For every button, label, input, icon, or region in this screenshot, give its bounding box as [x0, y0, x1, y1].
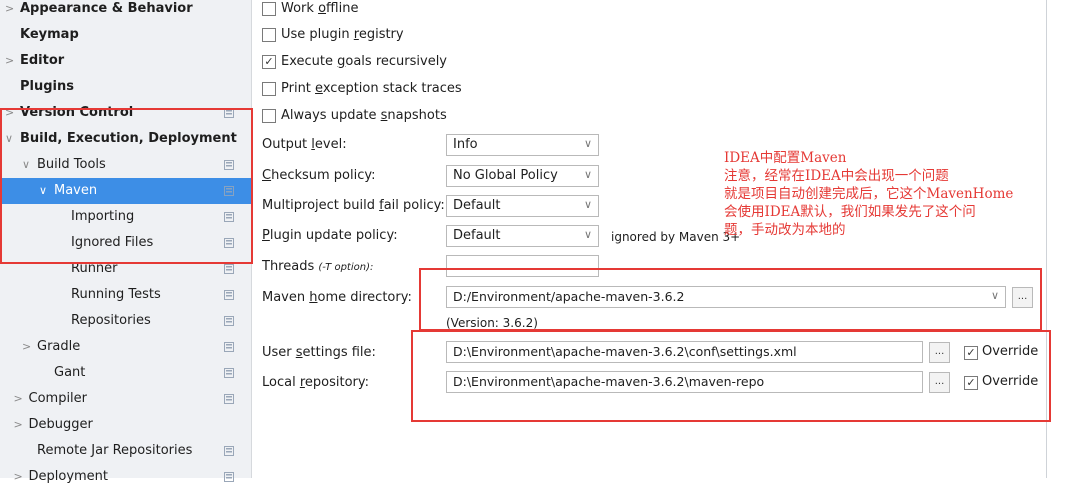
checkbox-checked: ✓ — [262, 55, 276, 69]
sidebar-item[interactable]: Gant — [0, 360, 251, 386]
project-settings-icon — [224, 264, 234, 274]
sidebar-item[interactable]: > Debugger — [0, 412, 251, 438]
sidebar-item[interactable]: Keymap — [0, 22, 251, 48]
highlight-box-maven-home — [419, 268, 1042, 331]
sidebar-item[interactable]: Plugins — [0, 74, 251, 100]
user-settings-label: User settings file: — [262, 345, 376, 360]
checkbox-box — [262, 82, 276, 96]
local-repository-label: Local repository: — [262, 375, 370, 390]
sidebar-item-label: Deployment — [28, 469, 109, 484]
chevron-down-icon: ∨ — [583, 168, 592, 181]
sidebar-item[interactable]: > Appearance & Behavior — [0, 0, 251, 22]
chevron-right-icon[interactable]: > — [14, 464, 23, 490]
sidebar-item-label: Keymap — [20, 27, 79, 42]
chevron-right-icon[interactable]: > — [5, 0, 14, 22]
chevron-down-icon: ∨ — [583, 137, 592, 150]
highlight-box-settings-repo — [411, 330, 1051, 422]
sidebar-item-label: Gant — [54, 365, 86, 380]
project-settings-icon — [224, 394, 234, 404]
output-level-label: Output level: — [262, 137, 347, 152]
checkbox-box — [262, 2, 276, 16]
project-settings-icon — [224, 446, 234, 456]
annotation-note: IDEA中配置Maven 注意，经常在IDEA中会出现一个问题 就是项目自动创建… — [724, 150, 1014, 238]
sidebar-item-label: Remote Jar Repositories — [37, 443, 193, 458]
plugin-update-policy-label: Plugin update policy: — [262, 228, 398, 243]
output-level-select[interactable]: Info ∨ — [446, 134, 599, 156]
sidebar-item-label: Plugins — [20, 79, 74, 94]
chevron-right-icon[interactable]: > — [5, 48, 14, 74]
sidebar-item-label: Running Tests — [71, 287, 161, 302]
checksum-policy-select[interactable]: No Global Policy ∨ — [446, 165, 599, 187]
sidebar-item[interactable]: Running Tests — [0, 282, 251, 308]
sidebar-item-label: Compiler — [28, 391, 88, 406]
project-settings-icon — [224, 290, 234, 300]
maven-home-label: Maven home directory: — [262, 290, 412, 305]
plugin-update-note: ignored by Maven 3+ — [611, 230, 741, 244]
chevron-right-icon[interactable]: > — [14, 412, 23, 438]
sidebar-item[interactable]: > Deployment — [0, 464, 251, 490]
chevron-right-icon[interactable]: > — [14, 386, 23, 412]
chevron-down-icon: ∨ — [583, 228, 592, 241]
sidebar-item[interactable]: > Editor — [0, 48, 251, 74]
sidebar-item-label: Editor — [20, 53, 65, 68]
sidebar-item[interactable]: Repositories — [0, 308, 251, 334]
sidebar-item[interactable]: > Compiler — [0, 386, 251, 412]
multiproject-policy-select[interactable]: Default ∨ — [446, 195, 599, 217]
project-settings-icon — [224, 368, 234, 378]
highlight-box-maven-tree — [0, 108, 253, 264]
sidebar-item[interactable]: Remote Jar Repositories — [0, 438, 251, 464]
project-settings-icon — [224, 342, 234, 352]
sidebar-item-label: Debugger — [28, 417, 93, 432]
plugin-update-policy-select[interactable]: Default ∨ — [446, 225, 599, 247]
chevron-right-icon[interactable]: > — [22, 334, 31, 360]
project-settings-icon — [224, 316, 234, 326]
sidebar-item[interactable]: > Gradle — [0, 334, 251, 360]
checkbox-box — [262, 28, 276, 42]
checkbox-box — [262, 109, 276, 123]
threads-label: Threads (-T option): — [262, 259, 374, 274]
checksum-policy-label: Checksum policy: — [262, 168, 376, 183]
sidebar-item-label: Gradle — [37, 339, 81, 354]
chevron-down-icon: ∨ — [583, 198, 592, 211]
project-settings-icon — [224, 472, 234, 482]
sidebar-item-label: Repositories — [71, 313, 151, 328]
multiproject-policy-label: Multiproject build fail policy: — [262, 198, 445, 213]
sidebar-item-label: Appearance & Behavior — [20, 1, 193, 16]
